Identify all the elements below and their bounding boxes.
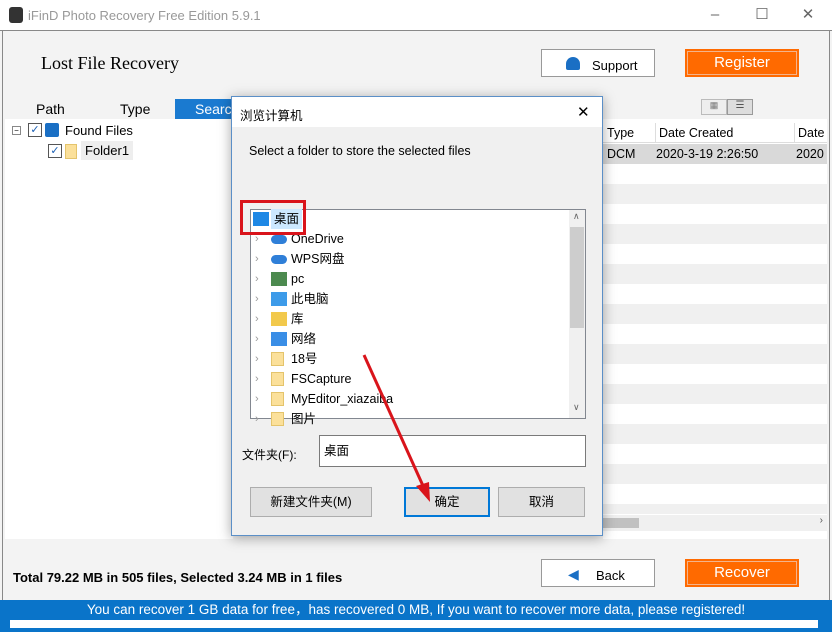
annotation-arrow [362,354,430,502]
